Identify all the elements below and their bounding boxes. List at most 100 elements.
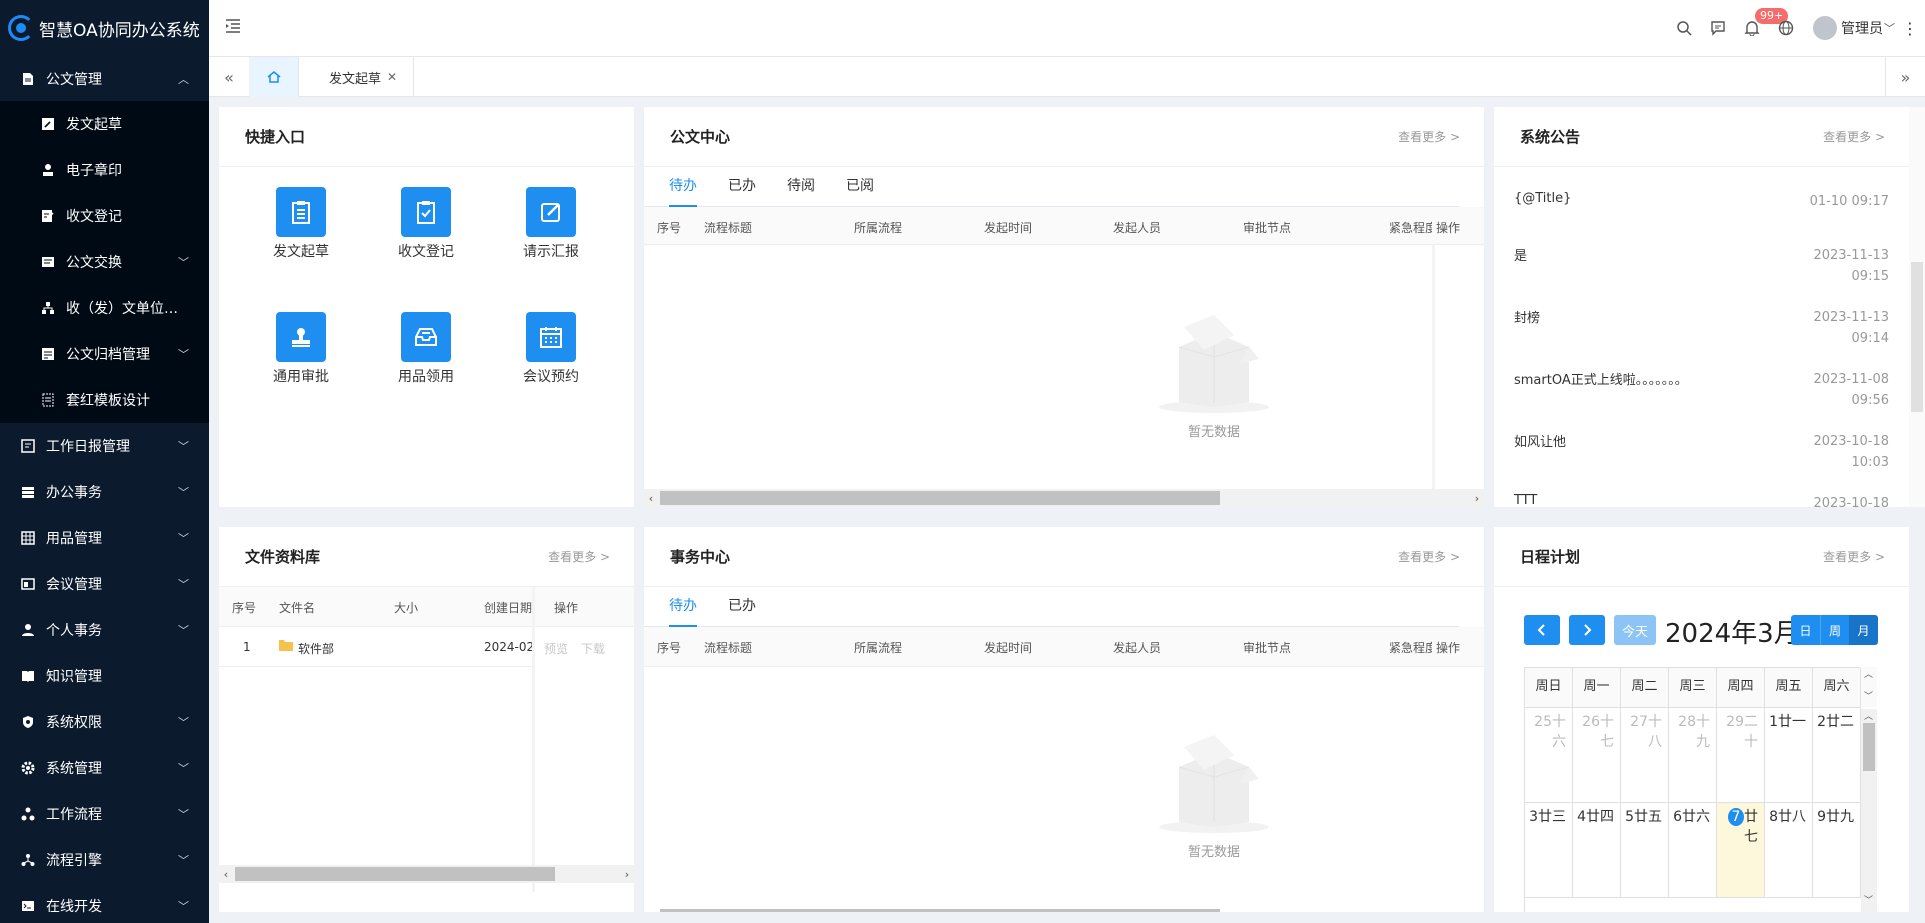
download-button[interactable]: 下载: [581, 640, 605, 657]
scrollbar-thumb[interactable]: [1863, 723, 1875, 771]
quick-item-supplies[interactable]: 用品领用: [366, 312, 486, 386]
username[interactable]: 管理员: [1841, 18, 1883, 38]
sidebar-item-personal[interactable]: 个人事务 ﹀: [0, 607, 209, 653]
scrollbar-thumb[interactable]: [1911, 262, 1923, 412]
calendar-day[interactable]: 29二十: [1717, 708, 1765, 803]
calendar-day[interactable]: 1廿一: [1765, 708, 1813, 803]
tab-done[interactable]: 已办: [728, 586, 756, 626]
tab-to-read[interactable]: 待阅: [787, 166, 815, 206]
calendar-day-today[interactable]: 7 廿七: [1717, 803, 1765, 898]
scrollbar-thumb[interactable]: [235, 867, 555, 881]
today-button[interactable]: 今天: [1614, 615, 1656, 645]
sidebar-item-system[interactable]: 系统管理 ﹀: [0, 745, 209, 791]
view-day-button[interactable]: 日: [1791, 615, 1820, 645]
tab-done[interactable]: 已办: [728, 166, 756, 206]
sidebar-subitem-register[interactable]: 收文登记: [0, 193, 209, 239]
calendar-day[interactable]: 3廿三: [1525, 803, 1573, 898]
sidebar-item-permissions[interactable]: 系统权限 ﹀: [0, 699, 209, 745]
calendar-day[interactable]: 26十七: [1573, 708, 1621, 803]
sidebar-subitem-stamp[interactable]: 电子章印: [0, 147, 209, 193]
tab-home[interactable]: [249, 57, 299, 97]
chevron-down-icon[interactable]: ﹀: [1884, 20, 1895, 36]
sidebar-item-office-affairs[interactable]: 办公事务 ﹀: [0, 469, 209, 515]
sidebar-item-online-dev[interactable]: 在线开发 ﹀: [0, 883, 209, 923]
scroll-left-icon[interactable]: ‹: [644, 489, 658, 507]
calendar-day[interactable]: 6廿六: [1669, 803, 1717, 898]
lunar-date: 十六: [1552, 714, 1566, 750]
sidebar-item-daily-report[interactable]: 工作日报管理 ﹀: [0, 423, 209, 469]
search-icon[interactable]: [1667, 0, 1701, 56]
table-header: 序号 文件名 大小 创建日期 操作: [219, 587, 634, 627]
view-more-link[interactable]: 查看更多 >: [1398, 128, 1460, 145]
tab-todo[interactable]: 待办: [669, 586, 697, 627]
sidebar-item-supplies[interactable]: 用品管理 ﹀: [0, 515, 209, 561]
scrollbar-thumb[interactable]: [660, 491, 1220, 505]
day-number: 3: [1529, 809, 1538, 825]
lunar-date: 廿六: [1682, 809, 1710, 825]
view-more-link[interactable]: 查看更多 >: [548, 548, 610, 565]
calendar-day[interactable]: 27十八: [1621, 708, 1669, 803]
close-icon[interactable]: ✕: [387, 70, 397, 84]
calendar-day[interactable]: 2廿二: [1813, 708, 1861, 803]
sidebar-item-documents[interactable]: 公文管理 ︿: [0, 56, 209, 101]
scroll-right-icon[interactable]: »: [1885, 57, 1925, 97]
horizontal-scrollbar[interactable]: ‹ ›: [644, 489, 1484, 507]
sidebar-subitem-archive[interactable]: 公文归档管理 ﹀: [0, 331, 209, 377]
sidebar-subitem-draft[interactable]: 发文起草: [0, 101, 209, 147]
scroll-right-icon[interactable]: ›: [620, 865, 634, 883]
logo[interactable]: 智慧OA协同办公系统: [0, 0, 209, 56]
sidebar-item-meetings[interactable]: 会议管理 ﹀: [0, 561, 209, 607]
view-more-link[interactable]: 查看更多 >: [1398, 548, 1460, 565]
calendar-day[interactable]: 8廿八: [1765, 803, 1813, 898]
view-more-link[interactable]: 查看更多 >: [1823, 548, 1885, 565]
scroll-right-icon[interactable]: ›: [1470, 489, 1484, 507]
prev-month-button[interactable]: [1524, 615, 1560, 645]
quick-item-report[interactable]: 请示汇报: [491, 187, 611, 261]
scroll-left-icon[interactable]: «: [209, 57, 249, 97]
quick-item-draft[interactable]: 发文起草: [241, 187, 361, 261]
quick-item-meeting[interactable]: 会议预约: [491, 312, 611, 386]
view-month-button[interactable]: 月: [1849, 615, 1878, 645]
calendar-day[interactable]: 28十九: [1669, 708, 1717, 803]
page-vertical-scrollbar[interactable]: [1909, 107, 1925, 507]
tab-draft[interactable]: 发文起草 ✕: [299, 57, 415, 97]
sidebar-subitem-units[interactable]: 收（发）文单位管理: [0, 285, 209, 331]
cell-file-name[interactable]: 软件部: [298, 640, 334, 657]
sidebar-item-workflow[interactable]: 工作流程 ﹀: [0, 791, 209, 837]
globe-icon[interactable]: [1769, 0, 1803, 56]
message-icon[interactable]: [1701, 0, 1735, 56]
preview-button[interactable]: 预览: [544, 640, 568, 657]
sidebar-subitem-template[interactable]: 套红模板设计: [0, 377, 209, 423]
table-row[interactable]: 1 软件部 2024-02- 预览 下载: [219, 627, 634, 667]
bell-icon[interactable]: 99+: [1735, 0, 1789, 56]
chevron-down-icon: ﹀: [178, 578, 189, 591]
sidebar-item-knowledge[interactable]: 知识管理: [0, 653, 209, 699]
menu-toggle-icon[interactable]: [225, 18, 243, 36]
calendar-day[interactable]: 9廿九: [1813, 803, 1861, 898]
scroll-up-icon[interactable]: ︿: [1864, 709, 1873, 722]
scroll-down-icon[interactable]: ﹀: [1864, 893, 1873, 906]
view-week-button[interactable]: 周: [1820, 615, 1849, 645]
calendar-header-scrollbar[interactable]: ︿ ﹀: [1861, 667, 1877, 707]
more-vertical-icon[interactable]: ⋮: [1895, 19, 1925, 38]
scroll-down-icon[interactable]: ﹀: [1864, 689, 1873, 702]
sidebar-subitem-exchange[interactable]: 公文交换 ﹀: [0, 239, 209, 285]
calendar-body-scrollbar[interactable]: ︿ ﹀: [1861, 709, 1877, 912]
quick-item-approval[interactable]: 通用审批: [241, 312, 361, 386]
notice-title: {@Title}: [1514, 191, 1572, 206]
calendar-day[interactable]: 4廿四: [1573, 803, 1621, 898]
scroll-up-icon[interactable]: ︿: [1864, 667, 1873, 680]
quick-item-register[interactable]: 收文登记: [366, 187, 486, 261]
calendar-day[interactable]: 5廿五: [1621, 803, 1669, 898]
scroll-left-icon[interactable]: ‹: [219, 865, 233, 883]
tab-read[interactable]: 已阅: [846, 166, 874, 206]
next-month-button[interactable]: [1569, 615, 1605, 645]
tab-todo[interactable]: 待办: [669, 166, 697, 207]
sidebar-item-label: 公文交换: [66, 255, 122, 271]
avatar[interactable]: [1813, 16, 1837, 40]
calendar-day[interactable]: 25十六: [1525, 708, 1573, 803]
horizontal-scrollbar[interactable]: ‹ ›: [219, 865, 634, 883]
scrollbar-thumb[interactable]: [660, 909, 1220, 912]
sidebar-item-engine[interactable]: 流程引擎 ﹀: [0, 837, 209, 883]
view-more-link[interactable]: 查看更多 >: [1823, 128, 1885, 145]
